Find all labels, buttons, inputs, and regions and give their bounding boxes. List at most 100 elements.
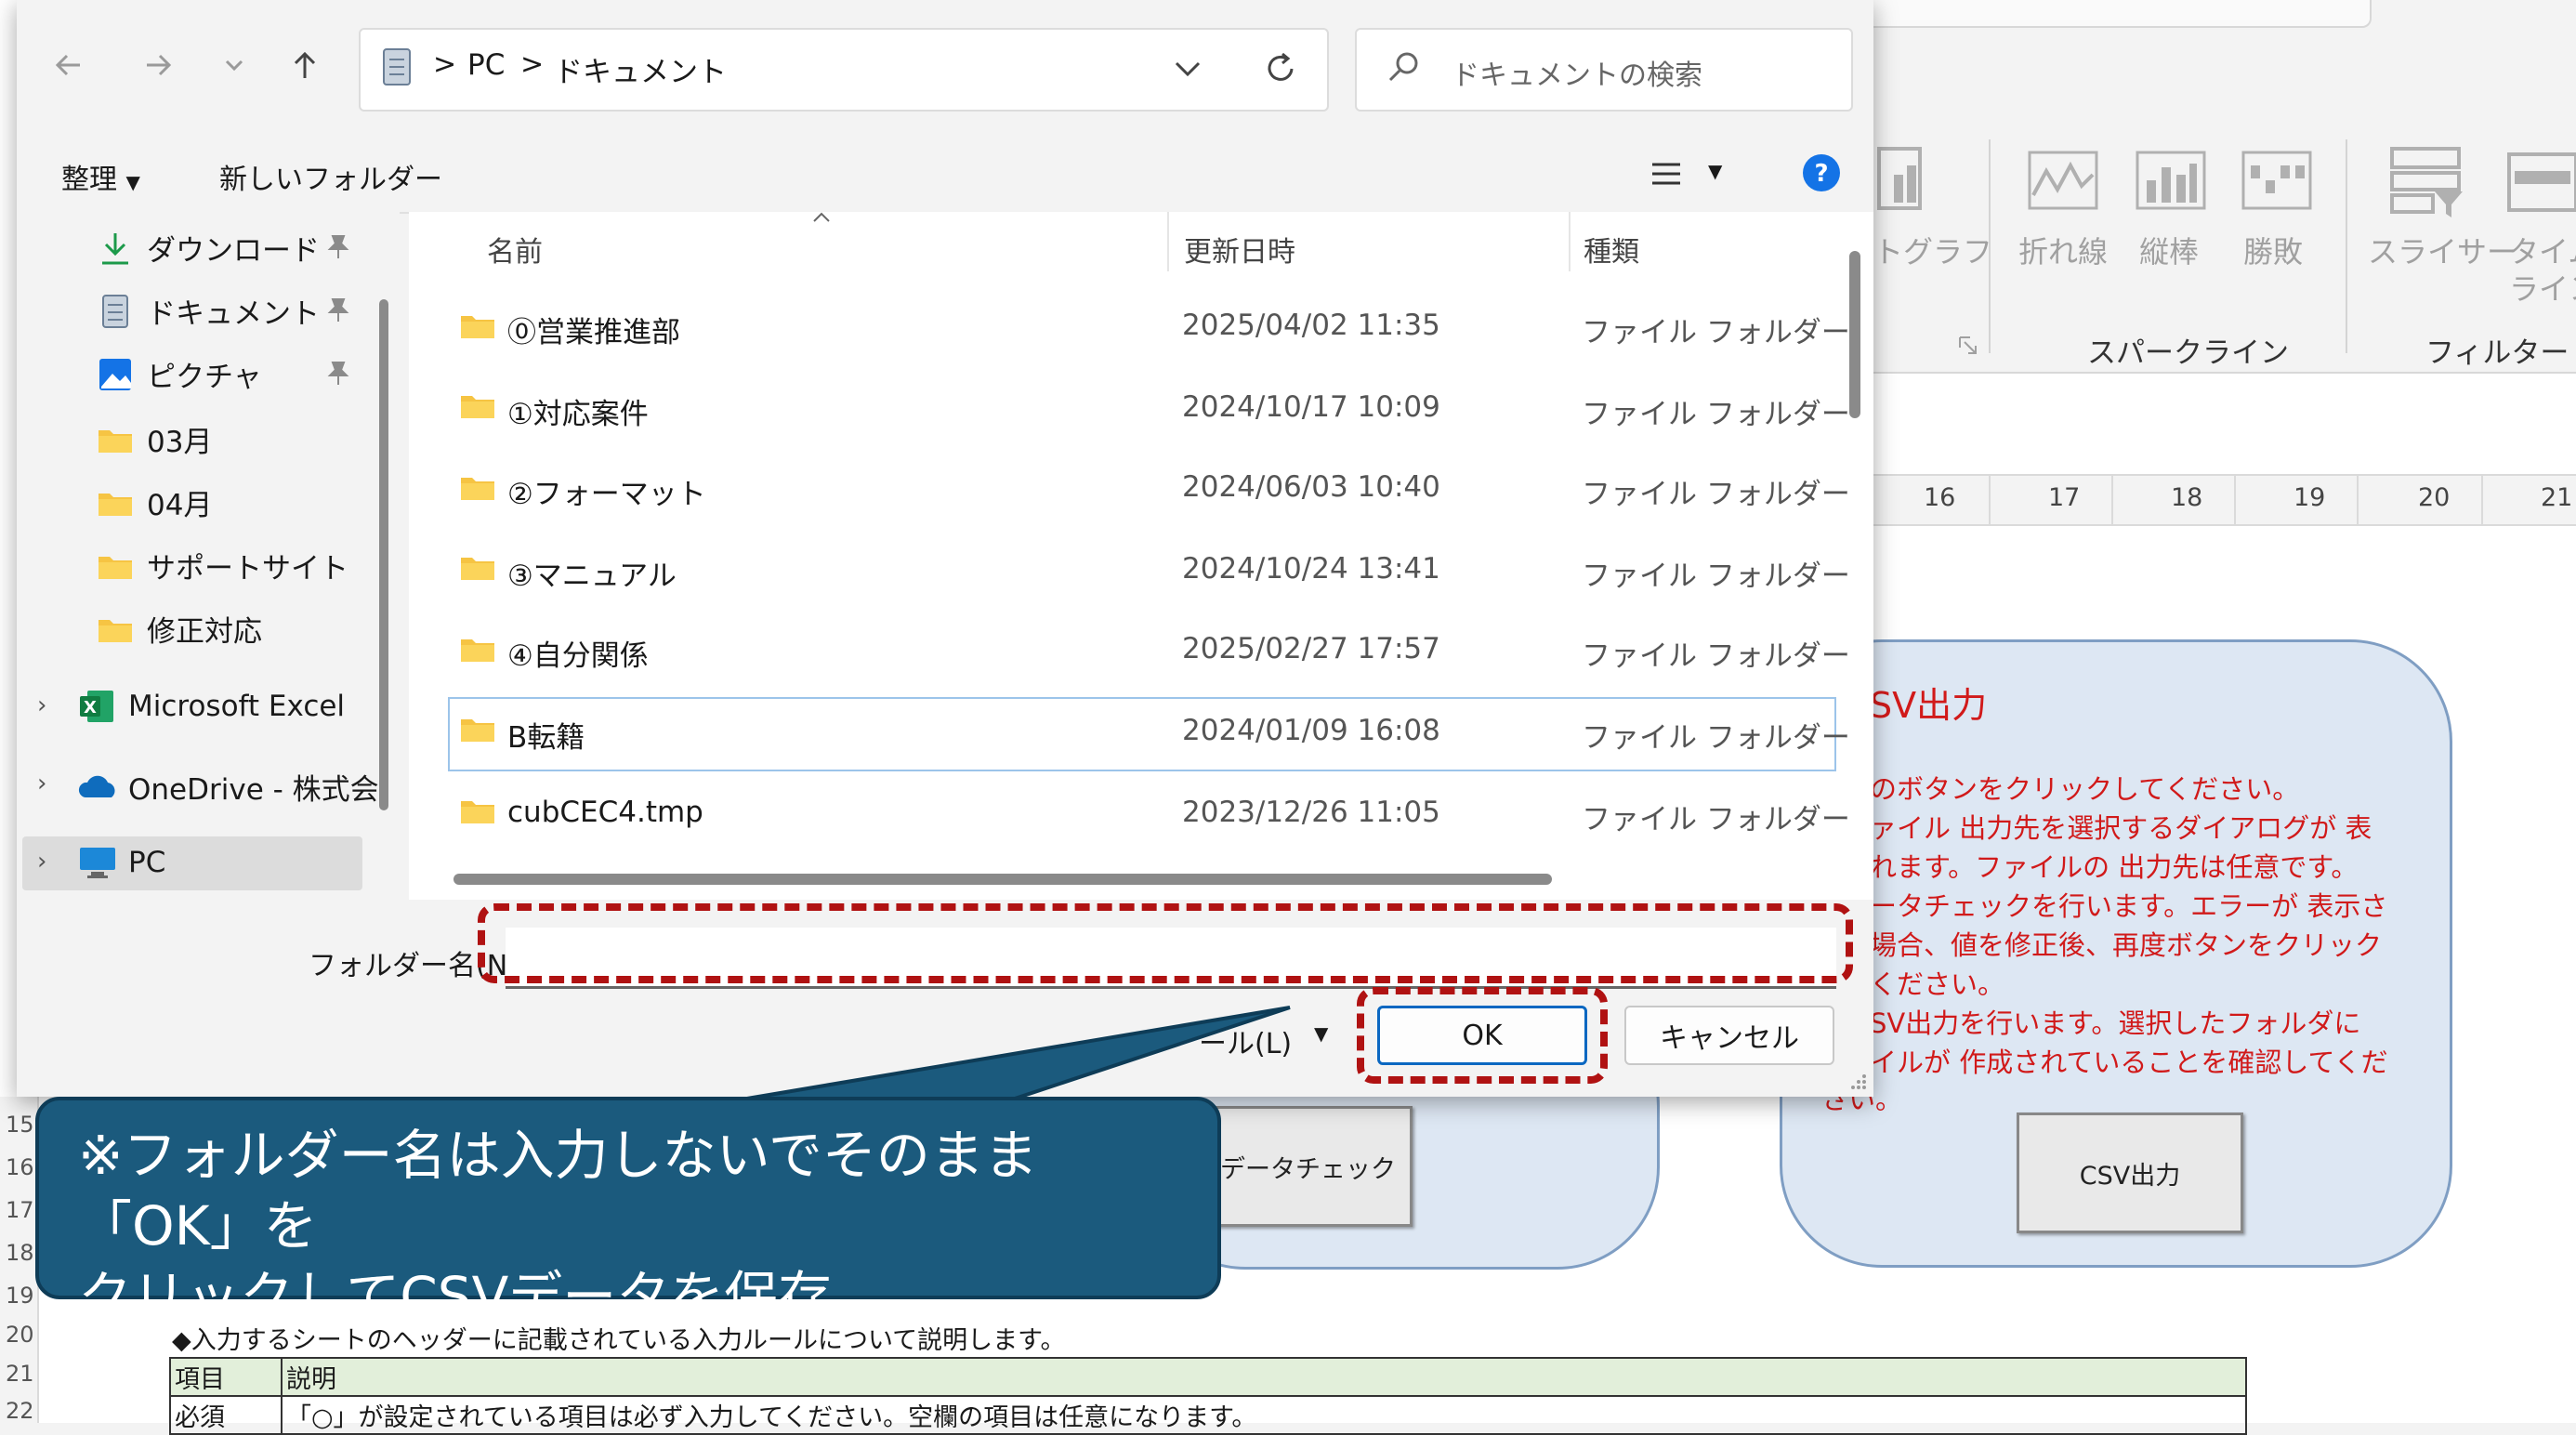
ribbon-separator — [2346, 139, 2347, 353]
breadcrumb-pc[interactable]: PC — [467, 48, 505, 82]
nav-item-label: ピクチャ — [147, 361, 262, 394]
up-button[interactable] — [279, 39, 331, 91]
view-list-icon[interactable] — [1650, 160, 1682, 188]
file-date: 2024/10/17 10:09 — [1182, 390, 1440, 424]
organize-button[interactable]: 整理 ▼ — [61, 156, 140, 197]
column-header[interactable]: 16 — [1924, 483, 1955, 512]
resize-grip-icon[interactable] — [1849, 1073, 1868, 1091]
table-cell[interactable]: 必須 — [169, 1395, 283, 1435]
sparkline-line-icon[interactable] — [2026, 149, 2100, 214]
folder-icon — [461, 316, 494, 338]
column-header-type[interactable]: 種類 — [1584, 229, 1639, 270]
csv-instruction-line: のボタンをクリックしてください。 — [1870, 773, 2300, 805]
row-header[interactable]: 22 — [6, 1398, 34, 1424]
cancel-button[interactable]: キャンセル — [1624, 1006, 1834, 1065]
nav-item-onedrive[interactable]: OneDrive - 株式会 — [78, 766, 379, 808]
nav-item-folder-03[interactable]: 03月 — [97, 418, 212, 460]
recent-locations-button[interactable] — [208, 39, 260, 91]
table-header-cell[interactable]: 説明 — [281, 1357, 2247, 1397]
svg-text:X: X — [84, 698, 97, 718]
tools-menu-button[interactable]: ール(L) — [1199, 1020, 1292, 1061]
nav-item-label: サポートサイト — [147, 552, 348, 586]
breadcrumb-documents[interactable]: ドキュメント — [554, 48, 727, 90]
nav-item-support-site[interactable]: サポートサイト — [97, 545, 348, 586]
row-header[interactable]: 18 — [6, 1240, 34, 1266]
sparkline-winloss-label: 勝敗 — [2243, 234, 2304, 270]
column-header[interactable]: 21 — [2541, 483, 2572, 512]
nav-item-excel[interactable]: X Microsoft Excel — [78, 688, 345, 725]
column-header[interactable]: 19 — [2293, 483, 2325, 512]
view-options-chevron-icon[interactable]: ▼ — [1708, 160, 1722, 182]
expand-chevron-icon[interactable]: › — [37, 848, 46, 875]
chevron-down-icon: ▼ — [125, 171, 140, 193]
nav-item-fix[interactable]: 修正対応 — [97, 608, 262, 650]
expand-chevron-icon[interactable]: › — [37, 770, 46, 797]
file-name: ④自分関係 — [507, 639, 649, 673]
timeline-icon[interactable] — [2505, 151, 2576, 221]
excel-ribbon — [1868, 0, 2576, 372]
column-header[interactable]: 17 — [2048, 483, 2080, 512]
nav-item-label: ダウンロード — [147, 234, 320, 268]
dialog-launcher-icon[interactable] — [1957, 335, 1979, 357]
new-folder-button[interactable]: 新しいフォルダー — [219, 156, 442, 197]
table-row: 必須 「○」が設定されている項目は必ず入力してください。空欄の項目は任意になりま… — [169, 1395, 2247, 1435]
column-header-date[interactable]: 更新日時 — [1184, 229, 1295, 270]
filter-group-label: フィルター — [2425, 336, 2569, 370]
nav-item-downloads[interactable]: ダウンロード — [97, 227, 320, 269]
pin-icon[interactable] — [323, 232, 351, 260]
column-header-name[interactable]: 名前 — [487, 229, 543, 270]
nav-pane-scrollbar[interactable] — [379, 299, 388, 810]
row-header[interactable]: 20 — [6, 1322, 34, 1348]
row-header[interactable]: 15 — [6, 1112, 34, 1138]
column-header[interactable]: 18 — [2171, 483, 2202, 512]
row-header[interactable]: 17 — [6, 1197, 34, 1223]
file-list-horizontal-scrollbar[interactable] — [453, 874, 1552, 885]
organize-label: 整理 — [61, 164, 117, 196]
tools-chevron-icon[interactable]: ▼ — [1314, 1022, 1328, 1045]
row-header[interactable]: 16 — [6, 1154, 34, 1180]
column-divider — [2481, 476, 2483, 524]
pin-icon[interactable] — [323, 359, 351, 387]
folder-icon — [461, 478, 494, 500]
table-cell[interactable]: 「○」が設定されている項目は必ず入力してください。空欄の項目は任意になります。 — [281, 1395, 2247, 1435]
row-header[interactable]: 19 — [6, 1283, 34, 1309]
back-button[interactable] — [43, 39, 95, 91]
help-icon[interactable]: ? — [1801, 152, 1842, 193]
sparkline-column-icon[interactable] — [2134, 149, 2208, 214]
pivot-chart-icon[interactable] — [1875, 139, 1931, 223]
column-divider[interactable] — [1167, 212, 1169, 271]
nav-item-pc[interactable]: PC — [78, 844, 165, 881]
chevron-down-icon[interactable] — [1173, 58, 1203, 80]
breadcrumb-separator: > — [520, 48, 545, 81]
row-header-column: 15 16 17 18 19 20 21 22 — [0, 1097, 39, 1424]
file-type: ファイル フォルダー — [1582, 478, 1850, 511]
column-header[interactable]: 20 — [2418, 483, 2450, 512]
forward-button[interactable] — [132, 39, 184, 91]
nav-item-label: 03月 — [147, 426, 213, 459]
expand-chevron-icon[interactable]: › — [37, 691, 46, 719]
file-name: cubCEC4.tmp — [507, 796, 703, 829]
column-divider[interactable] — [1569, 212, 1571, 271]
svg-text:?: ? — [1814, 160, 1828, 188]
nav-item-pictures[interactable]: ピクチャ — [97, 353, 262, 395]
folder-icon — [461, 558, 494, 580]
nav-item-folder-04[interactable]: 04月 — [97, 481, 212, 523]
sparkline-winloss-icon[interactable] — [2240, 149, 2314, 214]
csv-output-button[interactable]: CSV出力 — [2017, 1112, 2243, 1233]
column-divider — [2111, 476, 2113, 524]
file-name: ①対応案件 — [507, 398, 649, 431]
csv-instruction-line: SV出力を行います。選択したフォルダに — [1870, 1007, 2361, 1039]
download-icon — [102, 232, 128, 264]
refresh-icon[interactable] — [1262, 50, 1299, 87]
file-type: ファイル フォルダー — [1582, 316, 1850, 349]
file-list-vertical-scrollbar[interactable] — [1849, 251, 1860, 418]
chevron-down-icon — [225, 59, 243, 72]
nav-item-documents[interactable]: ドキュメント — [97, 290, 320, 332]
file-date: 2025/02/27 17:57 — [1182, 632, 1440, 665]
pin-icon[interactable] — [323, 296, 351, 323]
breadcrumb-separator: > — [433, 48, 457, 81]
row-header[interactable]: 21 — [6, 1361, 34, 1387]
slicer-icon[interactable] — [2388, 145, 2466, 223]
sparkline-group-label: スパークライン — [2087, 336, 2289, 370]
table-header-cell[interactable]: 項目 — [169, 1357, 283, 1397]
